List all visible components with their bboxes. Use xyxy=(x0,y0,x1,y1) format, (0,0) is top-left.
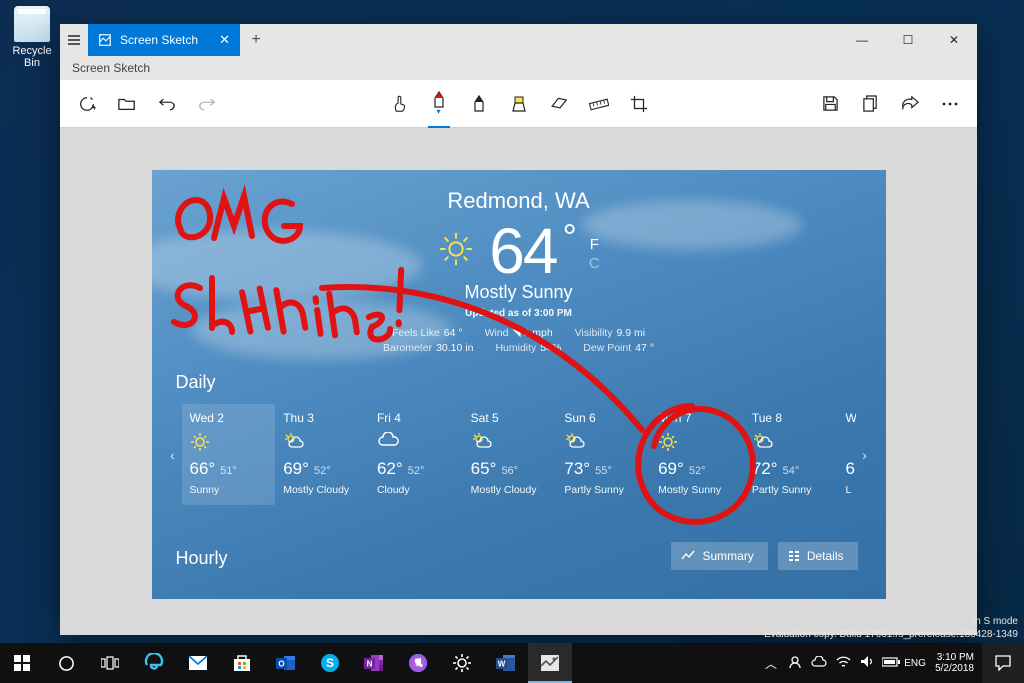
weather-screenshot: Redmond, WA 64° F C Mostly Sunny Updated… xyxy=(152,170,886,599)
volume-icon[interactable] xyxy=(855,655,879,671)
details-button[interactable]: Details xyxy=(778,542,858,570)
screen-sketch-window: Screen Sketch ✕ + — ☐ ✕ Screen Sketch + xyxy=(60,24,977,635)
save-button[interactable] xyxy=(813,87,847,121)
svg-text:N: N xyxy=(367,660,373,669)
day-card-4[interactable]: Sun 673° 55°Partly Sunny xyxy=(556,404,650,505)
tab-list-button[interactable] xyxy=(60,24,88,56)
minimize-button[interactable]: — xyxy=(839,24,885,56)
build-watermark: in S mode Evaluation copy. Build 17661.r… xyxy=(764,615,1018,641)
unit-c[interactable]: C xyxy=(589,255,600,272)
day-card-3[interactable]: Sat 565° 56°Mostly Cloudy xyxy=(463,404,557,505)
condition-label: Mostly Sunny xyxy=(152,282,886,303)
summary-button[interactable]: Summary xyxy=(671,542,767,570)
day-card-2[interactable]: Fri 462° 52°Cloudy xyxy=(369,404,463,505)
itunes-icon[interactable] xyxy=(396,643,440,683)
touch-writing-button[interactable] xyxy=(382,87,416,121)
eraser-button[interactable] xyxy=(542,87,576,121)
new-tab-button[interactable]: + xyxy=(240,24,272,56)
weather-taskbar-icon[interactable] xyxy=(440,643,484,683)
tab-screen-sketch[interactable]: Screen Sketch ✕ xyxy=(88,24,240,56)
day-card-5[interactable]: Mon 769° 52°Mostly Sunny xyxy=(650,404,744,505)
edge-icon[interactable] xyxy=(132,643,176,683)
location-label: Redmond, WA xyxy=(152,188,886,214)
onedrive-icon[interactable] xyxy=(807,656,831,670)
recycle-bin[interactable]: Recycle Bin xyxy=(6,6,58,69)
stats-row2: Barometer30.10 in Humidity54% Dew Point4… xyxy=(152,342,886,354)
people-icon[interactable] xyxy=(783,655,807,672)
updated-label: Updated as of 3:00 PM xyxy=(152,308,886,319)
task-view-button[interactable] xyxy=(88,643,132,683)
screen-sketch-taskbar-icon[interactable] xyxy=(528,643,572,683)
crop-button[interactable] xyxy=(622,87,656,121)
day-card-1[interactable]: Thu 369° 52°Mostly Cloudy xyxy=(275,404,369,505)
mail-icon[interactable] xyxy=(176,643,220,683)
next-day-button[interactable]: › xyxy=(856,404,874,505)
wifi-icon[interactable] xyxy=(831,656,855,671)
taskbar: O S N W ︿ ENG 3:10 PM 5/2/2018 xyxy=(0,643,1024,683)
copy-button[interactable] xyxy=(853,87,887,121)
app-icon xyxy=(98,33,112,47)
toolbar: + ▾ xyxy=(60,80,977,128)
store-icon[interactable] xyxy=(220,643,264,683)
day-card-6[interactable]: Tue 872° 54°Partly Sunny xyxy=(744,404,838,505)
skype-icon[interactable]: S xyxy=(308,643,352,683)
system-tray: ︿ ENG 3:10 PM 5/2/2018 xyxy=(759,643,1024,683)
current-temp: 64° xyxy=(489,214,575,288)
pen-black-button[interactable] xyxy=(462,87,496,121)
stats-row1: Feels Like64 ° Wind◥ 9 mph Visibility9.9… xyxy=(152,327,886,339)
more-button[interactable] xyxy=(933,87,967,121)
open-button[interactable] xyxy=(110,87,144,121)
cortana-button[interactable] xyxy=(44,643,88,683)
svg-text:W: W xyxy=(498,660,506,669)
svg-text:O: O xyxy=(278,660,284,669)
day-card-0[interactable]: Wed 266° 51°Sunny xyxy=(182,404,276,505)
tab-close-icon[interactable]: ✕ xyxy=(219,32,230,48)
pen-red-button[interactable]: ▾ xyxy=(422,87,456,121)
daily-heading: Daily xyxy=(176,372,216,393)
chevron-down-icon: ▾ xyxy=(436,107,440,116)
highlighter-button[interactable] xyxy=(502,87,536,121)
close-button[interactable]: ✕ xyxy=(931,24,977,56)
taskbar-clock[interactable]: 3:10 PM 5/2/2018 xyxy=(927,652,982,675)
tab-title: Screen Sketch xyxy=(120,33,198,47)
language-icon[interactable]: ENG xyxy=(903,658,927,669)
svg-text:+: + xyxy=(92,103,96,112)
prev-day-button[interactable]: ‹ xyxy=(164,404,182,505)
hourly-heading: Hourly xyxy=(176,548,228,569)
word-icon[interactable]: W xyxy=(484,643,528,683)
canvas-area[interactable]: Redmond, WA 64° F C Mostly Sunny Updated… xyxy=(60,128,977,635)
outlook-icon[interactable]: O xyxy=(264,643,308,683)
day-card-7[interactable]: W6 L xyxy=(838,404,856,505)
ruler-button[interactable] xyxy=(582,87,616,121)
undo-button[interactable] xyxy=(150,87,184,121)
window-subtitle: Screen Sketch xyxy=(60,56,977,80)
titlebar: Screen Sketch ✕ + — ☐ ✕ xyxy=(60,24,977,56)
start-button[interactable] xyxy=(0,643,44,683)
daily-forecast: ‹ Wed 266° 51°SunnyThu 369° 52°Mostly Cl… xyxy=(164,404,874,505)
sun-icon xyxy=(437,230,475,273)
maximize-button[interactable]: ☐ xyxy=(885,24,931,56)
action-center-icon[interactable] xyxy=(982,643,1024,683)
onenote-icon[interactable]: N xyxy=(352,643,396,683)
recycle-bin-label: Recycle Bin xyxy=(6,45,58,69)
share-button[interactable] xyxy=(893,87,927,121)
unit-f[interactable]: F xyxy=(589,236,600,253)
tray-chevron-icon[interactable]: ︿ xyxy=(759,655,783,672)
recycle-bin-icon xyxy=(14,6,50,42)
svg-text:S: S xyxy=(326,656,334,670)
battery-icon[interactable] xyxy=(879,656,903,670)
redo-button[interactable] xyxy=(190,87,224,121)
new-sketch-button[interactable]: + xyxy=(70,87,104,121)
